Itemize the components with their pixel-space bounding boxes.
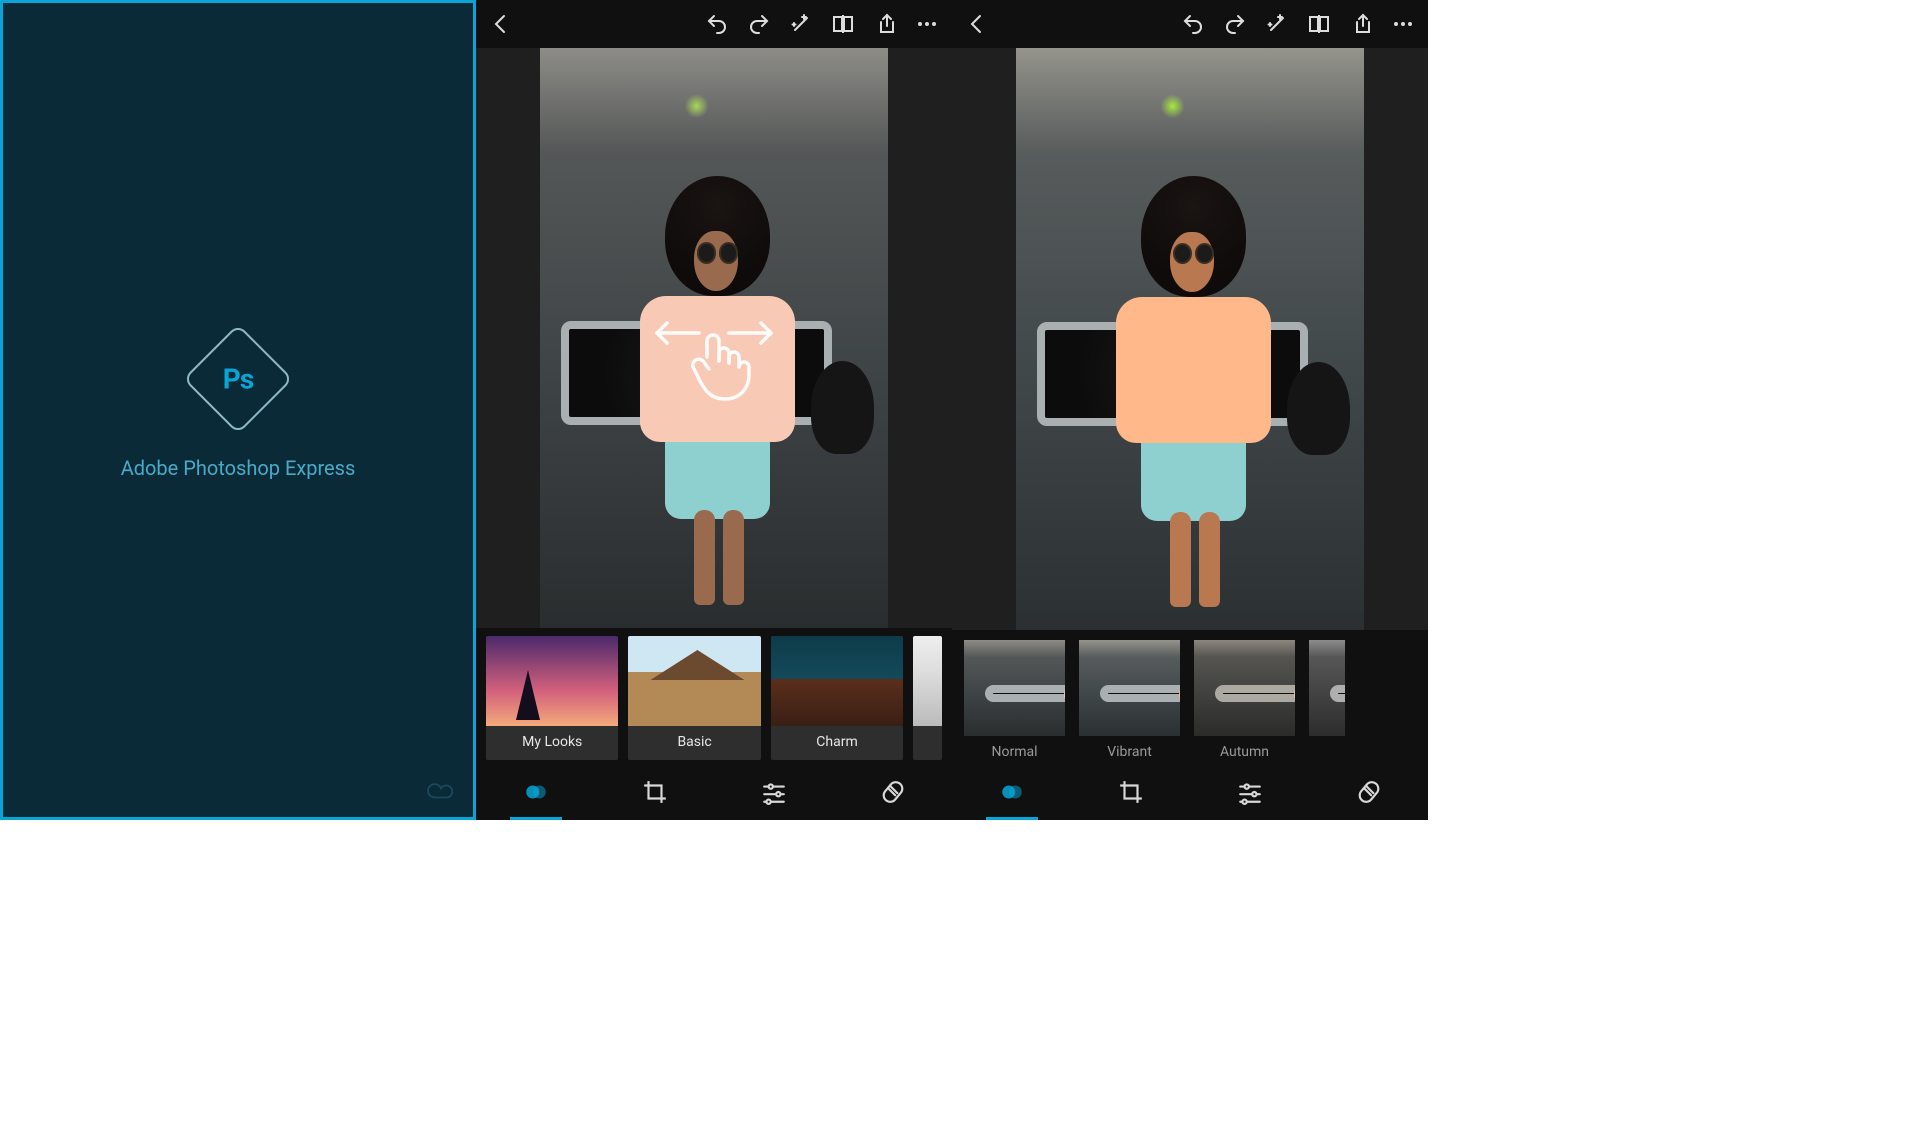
category-basic[interactable]: Basic xyxy=(628,636,760,760)
crop-icon[interactable] xyxy=(1113,774,1149,810)
category-charm[interactable]: Charm xyxy=(771,636,903,760)
filter-label xyxy=(1307,738,1347,744)
filter-label: Autumn xyxy=(1192,738,1297,760)
edited-photo xyxy=(1016,48,1364,630)
looks-icon[interactable] xyxy=(518,774,554,810)
filter-label: Vibrant xyxy=(1077,738,1182,760)
filter-strip[interactable]: Normal Vibrant Autumn xyxy=(952,630,1428,764)
bottom-toolbar xyxy=(952,764,1428,820)
category-label: Basic xyxy=(628,726,760,760)
thumb-image xyxy=(486,636,618,726)
category-label xyxy=(913,726,942,744)
thumb-image xyxy=(1307,638,1347,738)
filter-next[interactable] xyxy=(1307,638,1347,760)
swipe-hint-icon xyxy=(649,315,779,409)
thumb-image xyxy=(962,638,1067,738)
undo-icon[interactable] xyxy=(1178,9,1208,39)
app-title: Adobe Photoshop Express xyxy=(121,456,356,480)
editor-screen-categories: My Looks Basic Charm xyxy=(476,0,952,820)
app-logo: Ps xyxy=(199,340,277,418)
thumb-image xyxy=(913,636,942,726)
magic-wand-icon[interactable] xyxy=(786,9,816,39)
category-next[interactable] xyxy=(913,636,942,760)
photo-canvas[interactable] xyxy=(476,48,952,628)
category-label: My Looks xyxy=(486,726,618,760)
back-icon[interactable] xyxy=(962,9,992,39)
redo-icon[interactable] xyxy=(1220,9,1250,39)
category-label: Charm xyxy=(771,726,903,760)
compare-icon[interactable] xyxy=(828,9,858,39)
logo-letters: Ps xyxy=(223,363,253,396)
filter-normal[interactable]: Normal xyxy=(962,638,1067,760)
sliders-icon[interactable] xyxy=(1232,774,1268,810)
back-icon[interactable] xyxy=(486,9,516,39)
bottom-toolbar xyxy=(476,764,952,820)
more-icon[interactable] xyxy=(912,9,942,39)
editor-screen-filters: Normal Vibrant Autumn xyxy=(952,0,1428,820)
thumb-image xyxy=(628,636,760,726)
top-toolbar xyxy=(476,0,952,48)
undo-icon[interactable] xyxy=(702,9,732,39)
more-icon[interactable] xyxy=(1388,9,1418,39)
filter-vibrant[interactable]: Vibrant xyxy=(1077,638,1182,760)
thumb-image xyxy=(1192,638,1297,738)
category-my-looks[interactable]: My Looks xyxy=(486,636,618,760)
filter-label: Normal xyxy=(962,738,1067,760)
top-toolbar xyxy=(952,0,1428,48)
heal-icon[interactable] xyxy=(875,774,911,810)
photo-canvas[interactable] xyxy=(952,48,1428,630)
sliders-icon[interactable] xyxy=(756,774,792,810)
category-strip[interactable]: My Looks Basic Charm xyxy=(476,628,952,764)
filter-autumn[interactable]: Autumn xyxy=(1192,638,1297,760)
redo-icon[interactable] xyxy=(744,9,774,39)
compare-icon[interactable] xyxy=(1304,9,1334,39)
share-icon[interactable] xyxy=(870,9,900,39)
heal-icon[interactable] xyxy=(1351,774,1387,810)
crop-icon[interactable] xyxy=(637,774,673,810)
thumb-image xyxy=(1077,638,1182,738)
thumb-image xyxy=(771,636,903,726)
splash-screen: Ps Adobe Photoshop Express xyxy=(0,0,476,820)
magic-wand-icon[interactable] xyxy=(1262,9,1292,39)
creative-cloud-icon xyxy=(425,781,455,803)
share-icon[interactable] xyxy=(1346,9,1376,39)
looks-icon[interactable] xyxy=(994,774,1030,810)
